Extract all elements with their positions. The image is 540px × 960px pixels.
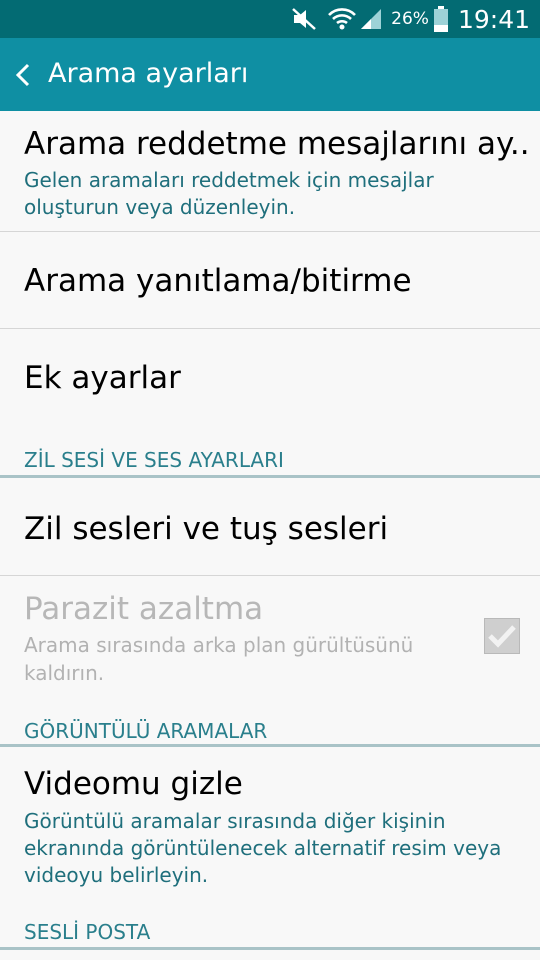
mute-icon (292, 8, 316, 30)
app-bar: Arama ayarları (0, 38, 540, 111)
status-bar: 26% 19:41 (0, 0, 540, 38)
answer-end-item[interactable]: Arama yanıtlama/bitirme (0, 232, 540, 328)
section-header-video: GÖRÜNTÜLÜ ARAMALAR (24, 719, 268, 743)
hide-video-item[interactable]: Videomu gizle Görüntülü aramalar sırasın… (0, 747, 540, 907)
noise-reduction-title: Parazit azaltma (24, 591, 264, 627)
ringtones-item[interactable]: Zil sesleri ve tuş sesleri (0, 478, 540, 575)
signal-icon (361, 9, 382, 29)
status-time: 19:41 (457, 4, 530, 34)
reject-messages-subtitle-2: oluşturun veya düzenleyin. (24, 195, 296, 219)
extra-settings-item[interactable]: Ek ayarlar (0, 329, 540, 439)
hide-video-subtitle-3: videoyu belirleyin. (24, 863, 209, 887)
status-icons: 26% 19:41 (291, 0, 530, 38)
hide-video-subtitle-2: ekranında görüntülenecek alternatif resi… (24, 836, 502, 860)
section-line (0, 947, 540, 950)
section-header-ringtone: ZİL SESİ VE SES AYARLARI (24, 448, 284, 472)
extra-settings-title: Ek ayarlar (24, 360, 181, 396)
noise-reduction-subtitle-2: kaldırın. (24, 661, 105, 685)
chevron-left-icon (15, 63, 30, 87)
noise-reduction-item: Parazit azaltma Arama sırasında arka pla… (0, 576, 540, 706)
reject-messages-title: Arama reddetme mesajlarını ay.. (24, 126, 530, 162)
noise-reduction-subtitle-1: Arama sırasında arka plan gürültüsünü (24, 633, 414, 657)
noise-reduction-checkbox[interactable] (484, 618, 520, 654)
battery-icon (433, 6, 448, 32)
page-title: Arama ayarları (48, 58, 249, 89)
reject-messages-item[interactable]: Arama reddetme mesajlarını ay.. Gelen ar… (0, 111, 540, 231)
section-header-voicemail: SESLİ POSTA (24, 920, 151, 944)
wifi-icon (328, 8, 357, 30)
answer-end-title: Arama yanıtlama/bitirme (24, 263, 412, 299)
hide-video-title: Videomu gizle (24, 766, 243, 802)
ringtones-title: Zil sesleri ve tuş sesleri (24, 511, 389, 547)
check-icon (488, 625, 516, 648)
back-button[interactable] (10, 58, 36, 92)
battery-percent: 26% (391, 9, 429, 29)
reject-messages-subtitle-1: Gelen aramaları reddetmek için mesajlar (24, 168, 434, 192)
hide-video-subtitle-1: Görüntülü aramalar sırasında diğer kişin… (24, 809, 446, 833)
